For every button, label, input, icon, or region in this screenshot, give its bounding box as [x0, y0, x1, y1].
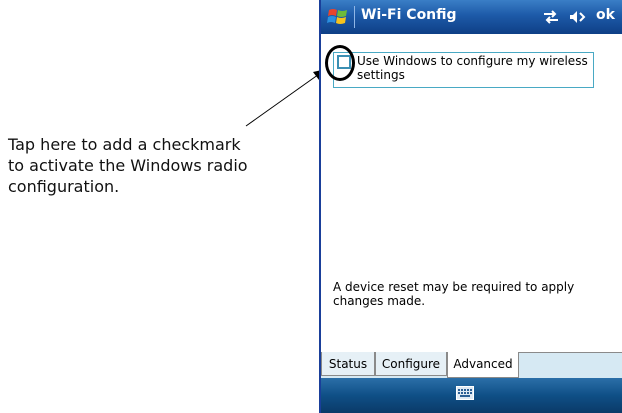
callout-text: Tap here to add a checkmark to activate … [8, 135, 248, 196]
app-title: Wi-Fi Config [361, 7, 457, 23]
keyboard-icon[interactable] [456, 386, 474, 400]
tab-bar: Status Configure Advanced [321, 352, 622, 379]
connectivity-arrows-icon[interactable] [541, 9, 561, 25]
windows-flag-icon[interactable] [327, 6, 349, 28]
tab-advanced[interactable]: Advanced [447, 352, 519, 378]
ok-button[interactable]: ok [596, 7, 615, 23]
title-bar: Wi-Fi Config ok [321, 0, 622, 34]
highlight-circle [325, 45, 355, 81]
speaker-muted-icon[interactable] [568, 9, 588, 25]
tab-configure[interactable]: Configure [375, 352, 447, 376]
tab-status[interactable]: Status [321, 352, 375, 376]
use-windows-option[interactable]: Use Windows to configure my wireless set… [333, 52, 594, 88]
use-windows-label[interactable]: Use Windows to configure my wireless set… [357, 54, 593, 82]
reset-note: A device reset may be required to apply … [333, 280, 575, 308]
device-screen: Wi-Fi Config ok Use Windows to configure… [319, 0, 622, 413]
bottom-bar [321, 378, 622, 413]
title-separator [354, 6, 355, 28]
